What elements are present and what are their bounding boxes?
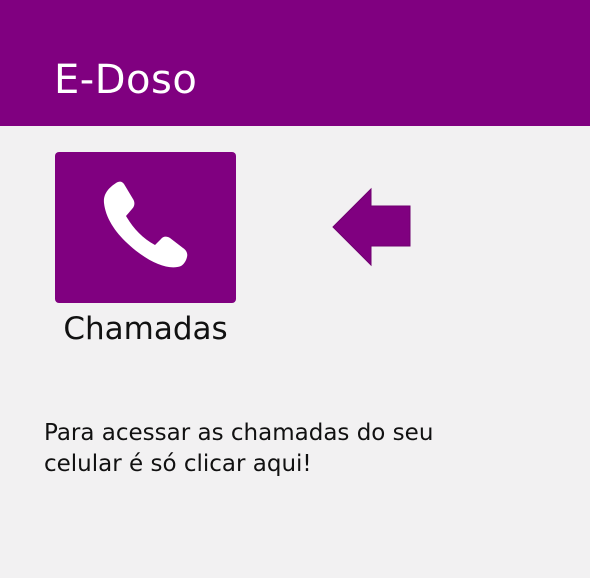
app-bar: E-Doso — [0, 0, 590, 126]
calls-button[interactable] — [55, 152, 236, 303]
app-title: E-Doso — [54, 57, 198, 103]
phone-icon — [103, 181, 188, 268]
calls-label: Chamadas — [63, 311, 228, 347]
instruction-text: Para acessar as chamadas do seu celular … — [44, 420, 434, 477]
arrow-left-icon — [332, 187, 411, 267]
